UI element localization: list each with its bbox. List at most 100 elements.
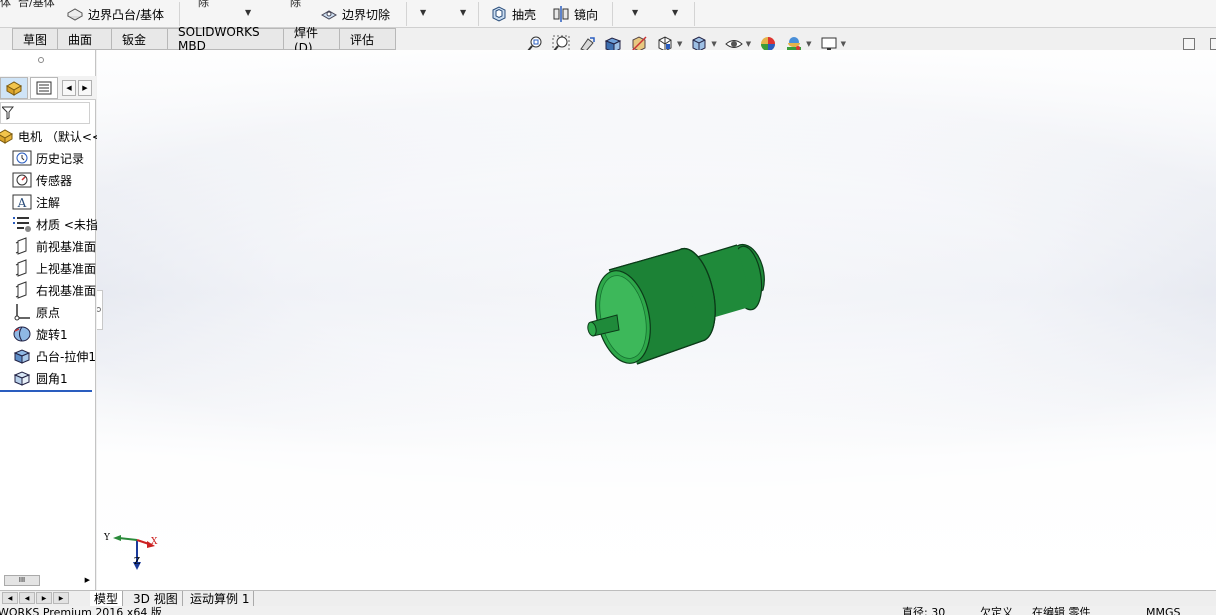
plane-icon bbox=[15, 259, 27, 277]
triad-z-label: Z bbox=[134, 557, 141, 567]
shell-button[interactable]: 抽壳 bbox=[490, 4, 536, 24]
feature-manager-panel: ◀ ▶ 电机 （默认<< 历史记录 传感器 A 注解 材质 <未指 前视基准面 … bbox=[0, 50, 102, 590]
tree-item-label: 材质 <未指 bbox=[36, 217, 98, 232]
tab-solidworks-mbd[interactable]: SOLIDWORKS MBD bbox=[168, 25, 284, 53]
tree-item-right-plane[interactable]: 右视基准面 bbox=[12, 280, 96, 300]
tree-item-history[interactable]: 历史记录 bbox=[12, 148, 84, 168]
ribbon-cut-label-a[interactable]: 除 bbox=[198, 0, 209, 10]
status-bar: WORKS Premium 2016 x64 版 直径: 30 欠定义 在编辑 … bbox=[0, 606, 1216, 615]
panel-tab-scroll-right[interactable]: ▶ bbox=[78, 79, 92, 96]
solidworks-window: { "ribbon": { "top_cut_label": "合/基体", "… bbox=[0, 0, 1216, 615]
tab-navigation-arrows: ◀ ◀ ▶ ▶ bbox=[2, 592, 70, 604]
ribbon-lofted-boss-label[interactable]: 合/基体 bbox=[18, 0, 55, 10]
tree-item-label: 传感器 bbox=[36, 173, 73, 188]
prev-tab-arrow-icon[interactable]: ◀ bbox=[19, 592, 35, 604]
chevron-down-icon[interactable]: ▼ bbox=[841, 40, 846, 48]
boundary-cut-icon bbox=[320, 10, 338, 20]
boundary-cut-button[interactable]: 边界切除 bbox=[320, 4, 390, 24]
chevron-down-icon[interactable]: ▼ bbox=[711, 40, 716, 48]
tree-item-label: 历史记录 bbox=[36, 151, 85, 166]
tree-item-label: 前视基准面 bbox=[36, 239, 97, 254]
plane-icon bbox=[15, 281, 27, 299]
ribbon-separator bbox=[694, 2, 695, 26]
status-units[interactable]: MMGS bbox=[1146, 607, 1181, 615]
graphics-area[interactable]: Y X Z bbox=[97, 50, 1216, 590]
tab-sketch[interactable]: 草图 bbox=[12, 28, 58, 50]
tree-item-label: 上视基准面 bbox=[36, 261, 97, 276]
tree-item-sensors[interactable]: 传感器 bbox=[12, 170, 72, 190]
tab-sheet-metal[interactable]: 钣金 bbox=[112, 28, 168, 50]
tab-motion-study-1[interactable]: 运动算例 1 bbox=[186, 591, 255, 606]
panel-tabs: ◀ ▶ bbox=[0, 76, 96, 100]
tree-item-label: 注解 bbox=[36, 195, 61, 210]
dropdown-caret-icon[interactable]: ▼ bbox=[672, 8, 678, 17]
status-app-name: WORKS Premium 2016 x64 版 bbox=[0, 606, 162, 615]
feature-filter-box[interactable] bbox=[0, 102, 90, 124]
ribbon-separator bbox=[406, 2, 407, 26]
ribbon-separator bbox=[478, 2, 479, 26]
panel-splitter-handle[interactable] bbox=[38, 57, 44, 63]
rollback-bar[interactable] bbox=[0, 390, 92, 392]
history-icon bbox=[12, 150, 32, 166]
tree-item-label: 右视基准面 bbox=[36, 283, 97, 298]
property-manager-icon bbox=[36, 81, 52, 94]
chevron-down-icon[interactable]: ▼ bbox=[806, 40, 811, 48]
boundary-boss-icon bbox=[66, 8, 84, 21]
boundary-boss-button[interactable]: 边界凸台/基体 bbox=[66, 4, 164, 24]
tree-root-label: 电机 （默认<< bbox=[18, 129, 102, 144]
first-tab-arrow-icon[interactable]: ◀ bbox=[2, 592, 18, 604]
panel-horizontal-scrollbar[interactable]: III ▶ bbox=[4, 574, 90, 586]
origin-icon bbox=[14, 304, 30, 321]
property-manager-tab[interactable] bbox=[30, 76, 58, 99]
tree-item-annotations[interactable]: A 注解 bbox=[12, 192, 60, 212]
shell-label: 抽壳 bbox=[512, 7, 537, 22]
tree-item-material[interactable]: 材质 <未指 bbox=[12, 214, 98, 234]
tree-item-label: 旋转1 bbox=[36, 327, 68, 342]
feature-manager-tab[interactable] bbox=[0, 76, 28, 99]
dropdown-caret-icon[interactable]: ▼ bbox=[460, 8, 466, 17]
tree-item-label: 凸台-拉伸1 bbox=[36, 349, 96, 364]
filter-icon bbox=[2, 106, 14, 120]
tree-item-origin[interactable]: 原点 bbox=[12, 302, 60, 322]
revolve-icon bbox=[13, 326, 31, 342]
triad-y-label: Y bbox=[104, 533, 110, 543]
next-tab-arrow-icon[interactable]: ▶ bbox=[36, 592, 52, 604]
tab-evaluate[interactable]: 评估 bbox=[340, 28, 396, 50]
task-pane-toggle-icon[interactable] bbox=[1183, 38, 1195, 50]
panel-tab-scroll-left[interactable]: ◀ bbox=[62, 79, 76, 96]
tree-item-boss-extrude1[interactable]: 凸台-拉伸1 bbox=[12, 346, 96, 366]
status-definition: 欠定义 bbox=[980, 606, 1013, 615]
mirror-icon bbox=[553, 6, 569, 22]
tree-item-label: 原点 bbox=[36, 305, 61, 320]
status-diameter: 直径: 30 bbox=[902, 606, 946, 615]
ribbon-cut-label-b[interactable]: 除 bbox=[290, 0, 301, 10]
tab-model[interactable]: 模型 bbox=[90, 591, 124, 606]
tab-surface[interactable]: 曲面 bbox=[58, 28, 112, 50]
chevron-down-icon[interactable]: ▼ bbox=[746, 40, 751, 48]
tree-root-part[interactable]: 电机 （默认<< bbox=[0, 126, 102, 146]
ribbon-cut-label-left[interactable]: 体 bbox=[0, 0, 11, 10]
panel-collapse-handle[interactable] bbox=[97, 290, 103, 330]
command-manager-tabs: 草图 曲面 钣金 SOLIDWORKS MBD 焊件(D) 评估 bbox=[12, 25, 396, 55]
task-pane-edge-icon[interactable] bbox=[1210, 38, 1216, 50]
dropdown-caret-icon[interactable]: ▼ bbox=[420, 8, 426, 17]
tree-item-label: 圆角1 bbox=[36, 371, 68, 386]
tree-item-fillet1[interactable]: 圆角1 bbox=[12, 368, 68, 388]
mirror-label: 镜向 bbox=[574, 7, 599, 22]
mirror-button[interactable]: 镜向 bbox=[552, 4, 598, 24]
tab-weldments[interactable]: 焊件(D) bbox=[284, 26, 340, 55]
dropdown-caret-icon[interactable]: ▼ bbox=[245, 8, 251, 17]
chevron-down-icon[interactable]: ▼ bbox=[677, 40, 682, 48]
bottom-tab-bar: ◀ ◀ ▶ ▶ 模型 3D 视图 运动算例 1 bbox=[0, 590, 1216, 606]
dropdown-caret-icon[interactable]: ▼ bbox=[632, 8, 638, 17]
tree-item-top-plane[interactable]: 上视基准面 bbox=[12, 258, 96, 278]
ribbon-separator bbox=[179, 2, 180, 26]
tab-3d-view[interactable]: 3D 视图 bbox=[129, 591, 183, 606]
svg-text:A: A bbox=[17, 196, 27, 210]
tree-item-front-plane[interactable]: 前视基准面 bbox=[12, 236, 96, 256]
scroll-right-arrow-icon[interactable]: ▶ bbox=[85, 576, 90, 584]
last-tab-arrow-icon[interactable]: ▶ bbox=[53, 592, 69, 604]
motor-model[interactable] bbox=[587, 240, 787, 375]
scrollbar-thumb[interactable]: III bbox=[4, 574, 40, 586]
tree-item-revolve1[interactable]: 旋转1 bbox=[12, 324, 68, 344]
